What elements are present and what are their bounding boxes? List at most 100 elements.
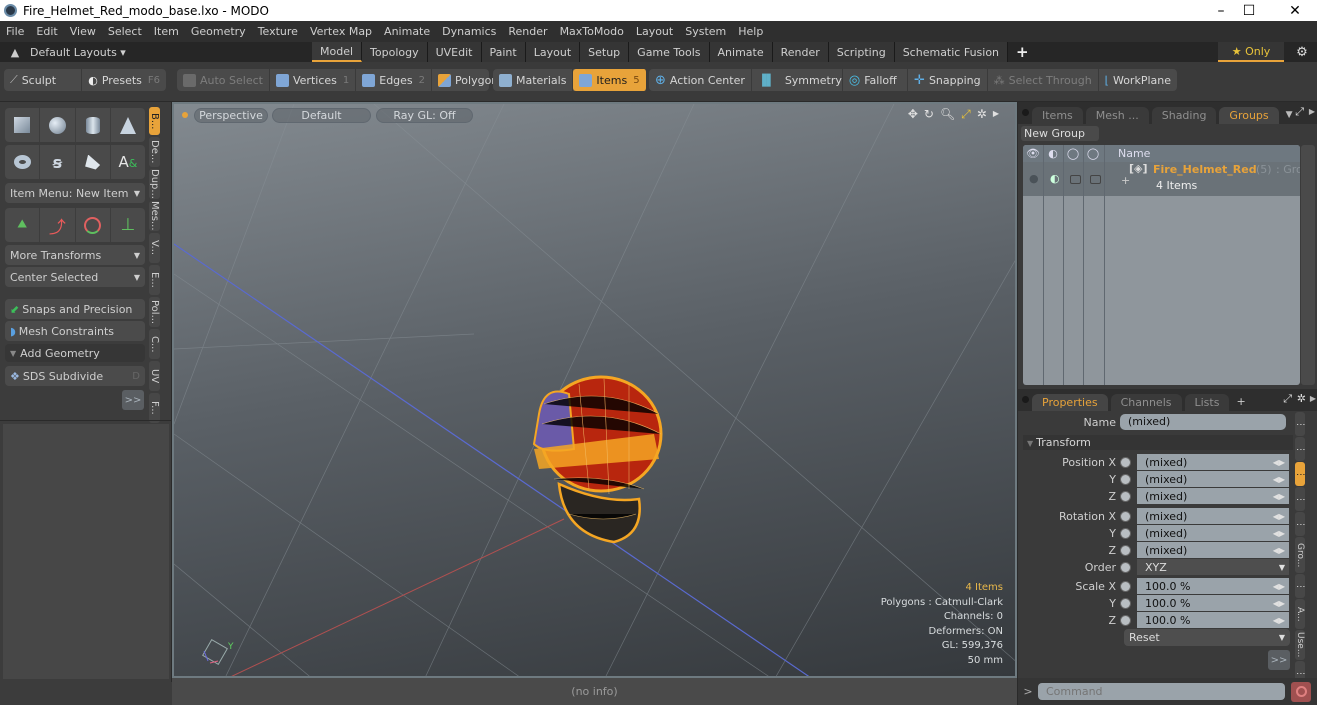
close-button[interactable]: ✕	[1272, 0, 1317, 21]
menu-vertex-map[interactable]: Vertex Map	[304, 25, 378, 38]
menu-texture[interactable]: Texture	[252, 25, 304, 38]
rvtab-5[interactable]: ⋮	[1295, 512, 1305, 536]
sculpt-button[interactable]: ⟋ Sculpt	[4, 69, 83, 91]
drag-arrows-icon[interactable]: ◀▶	[1273, 616, 1285, 625]
menu-select[interactable]: Select	[102, 25, 148, 38]
transform-tool[interactable]: ⊥	[111, 208, 145, 242]
lock-column-icon[interactable]: ◯	[1063, 147, 1083, 160]
vtab-duplicate[interactable]: Dup...	[149, 169, 160, 199]
add-tab-button[interactable]: +	[1236, 395, 1245, 408]
select-column-icon[interactable]: ◯	[1083, 147, 1103, 160]
select-through-button[interactable]: ⁂ Select Through	[988, 69, 1099, 91]
menu-layout[interactable]: Layout	[630, 25, 679, 38]
property-field[interactable]: (mixed) ◀▶	[1137, 488, 1289, 504]
command-input[interactable]	[1038, 683, 1285, 700]
new-group-button[interactable]: New Group	[1021, 126, 1099, 141]
rotate-tool[interactable]: ⤴	[40, 208, 76, 242]
layout-tab-uvedit[interactable]: UVEdit	[427, 42, 482, 62]
animate-key-icon[interactable]	[1120, 561, 1131, 573]
record-macro-button[interactable]	[1291, 681, 1311, 702]
panel-settings-icon[interactable]: ✲	[1297, 392, 1306, 405]
animate-key-icon[interactable]	[1120, 527, 1131, 539]
panel-expand-arrow-icon[interactable]: ▶	[1309, 107, 1315, 116]
drag-arrows-icon[interactable]: ◀▶	[1273, 546, 1285, 555]
vtab-curve[interactable]: C...	[149, 329, 160, 359]
tab-shading[interactable]: Shading	[1151, 107, 1217, 124]
property-field[interactable]: (mixed) ◀▶	[1137, 542, 1289, 558]
edges-button[interactable]: Edges 2	[356, 69, 433, 91]
render-column-icon[interactable]: ◐	[1043, 147, 1063, 160]
materials-button[interactable]: Materials	[493, 69, 574, 91]
tab-menu-arrow-icon[interactable]: ▼	[1286, 110, 1293, 120]
sds-subdivide-button[interactable]: ❖ SDS Subdivide D	[5, 366, 145, 386]
rvtab-7[interactable]: ⋮	[1295, 574, 1305, 598]
visibility-toggle-icon[interactable]: ●	[1029, 172, 1039, 185]
property-field[interactable]: 100.0 % ◀▶	[1137, 578, 1289, 594]
rvtab-3[interactable]: ⋮	[1295, 462, 1305, 486]
menu-maxtomodo[interactable]: MaxToModo	[554, 25, 630, 38]
rvtab-4[interactable]: ⋮	[1295, 487, 1305, 511]
maximize-button[interactable]: ☐	[1226, 0, 1272, 21]
transform-section-header[interactable]: ▼ Transform	[1023, 435, 1293, 450]
animate-key-icon[interactable]	[1120, 614, 1131, 626]
add-geometry-section[interactable]: ▼ Add Geometry	[5, 344, 145, 362]
pen-tool[interactable]	[76, 145, 111, 179]
property-field[interactable]: (mixed) ◀▶	[1137, 508, 1289, 524]
text-tool[interactable]: A&	[111, 145, 145, 179]
name-column-header[interactable]: Name	[1118, 147, 1150, 160]
menu-render[interactable]: Render	[502, 25, 553, 38]
tab-lists[interactable]: Lists	[1184, 394, 1230, 411]
rvtab-1[interactable]: ⋮	[1295, 412, 1305, 436]
menu-item[interactable]: Item	[148, 25, 185, 38]
layout-tab-layout[interactable]: Layout	[525, 42, 581, 62]
3d-viewport[interactable]: Y Perspective Default Ray GL: Off ✥ ↻ 🔍︎…	[172, 102, 1017, 678]
layout-up-icon[interactable]: ▲	[0, 46, 30, 59]
property-field[interactable]: (mixed) ◀▶	[1137, 471, 1289, 487]
property-field[interactable]: 100.0 % ◀▶	[1137, 612, 1289, 628]
vtab-polygon[interactable]: Pol...	[149, 297, 160, 327]
drag-arrows-icon[interactable]: ◀▶	[1273, 529, 1285, 538]
drag-arrows-icon[interactable]: ◀▶	[1273, 475, 1285, 484]
sphere-tool[interactable]	[40, 108, 76, 142]
mesh-constraints-button[interactable]: ◗ Mesh Constraints	[5, 321, 145, 341]
vertices-button[interactable]: Vertices 1	[270, 69, 357, 91]
tab-groups[interactable]: Groups	[1219, 107, 1279, 124]
property-field[interactable]: 100.0 % ◀▶	[1137, 595, 1289, 611]
more-transforms-dropdown[interactable]: More Transforms ▼	[5, 245, 145, 265]
layout-tab-render[interactable]: Render	[772, 42, 829, 62]
layout-tab-paint[interactable]: Paint	[481, 42, 526, 62]
visibility-column-icon[interactable]: 👁︎	[1023, 147, 1043, 160]
layout-tab-schematic-fusion[interactable]: Schematic Fusion	[894, 42, 1009, 62]
tab-items[interactable]: Items	[1032, 107, 1083, 124]
torus-tool[interactable]	[5, 145, 41, 179]
orbit-icon[interactable]: ↻	[924, 107, 934, 122]
move-tool[interactable]: ⯅	[5, 208, 41, 242]
gear-icon[interactable]: ⚙	[1292, 45, 1312, 60]
center-selected-dropdown[interactable]: Center Selected ▼	[5, 267, 145, 287]
items-button[interactable]: Items 5	[573, 69, 647, 91]
menu-system[interactable]: System	[679, 25, 732, 38]
layout-tab-setup[interactable]: Setup	[580, 42, 630, 62]
rvtab-groups[interactable]: Gro...	[1295, 537, 1305, 573]
cube-tool[interactable]	[5, 108, 41, 142]
action-center-button[interactable]: ⊕ Action Center	[649, 69, 752, 91]
rvtab-assembly[interactable]: A...	[1295, 599, 1305, 629]
vtab-edge[interactable]: E...	[149, 265, 160, 295]
property-field[interactable]: (mixed) ◀▶	[1137, 525, 1289, 541]
maximize-panel-icon[interactable]: ⤢	[1283, 392, 1292, 406]
menu-dynamics[interactable]: Dynamics	[436, 25, 502, 38]
animate-key-icon[interactable]	[1120, 544, 1131, 556]
render-toggle-icon[interactable]: ◐	[1050, 172, 1060, 185]
layout-tab-game-tools[interactable]: Game Tools	[629, 42, 710, 62]
group-row[interactable]: ● ◐ + [◈] Fire_Helmet_Red (5) : Group 4 …	[1023, 162, 1300, 196]
snaps-precision-button[interactable]: ⬋ Snaps and Precision	[5, 299, 145, 319]
animate-key-icon[interactable]	[1120, 456, 1131, 468]
animate-key-icon[interactable]	[1120, 597, 1131, 609]
panel-expand-arrow-icon[interactable]: ▶	[1310, 394, 1316, 403]
vtab-vertex[interactable]: V...	[149, 233, 160, 263]
tab-channels[interactable]: Channels	[1110, 394, 1182, 411]
menu-edit[interactable]: Edit	[30, 25, 63, 38]
animate-key-icon[interactable]	[1120, 580, 1131, 592]
vtab-basic[interactable]: B...	[149, 107, 160, 135]
animate-key-icon[interactable]	[1120, 490, 1131, 502]
